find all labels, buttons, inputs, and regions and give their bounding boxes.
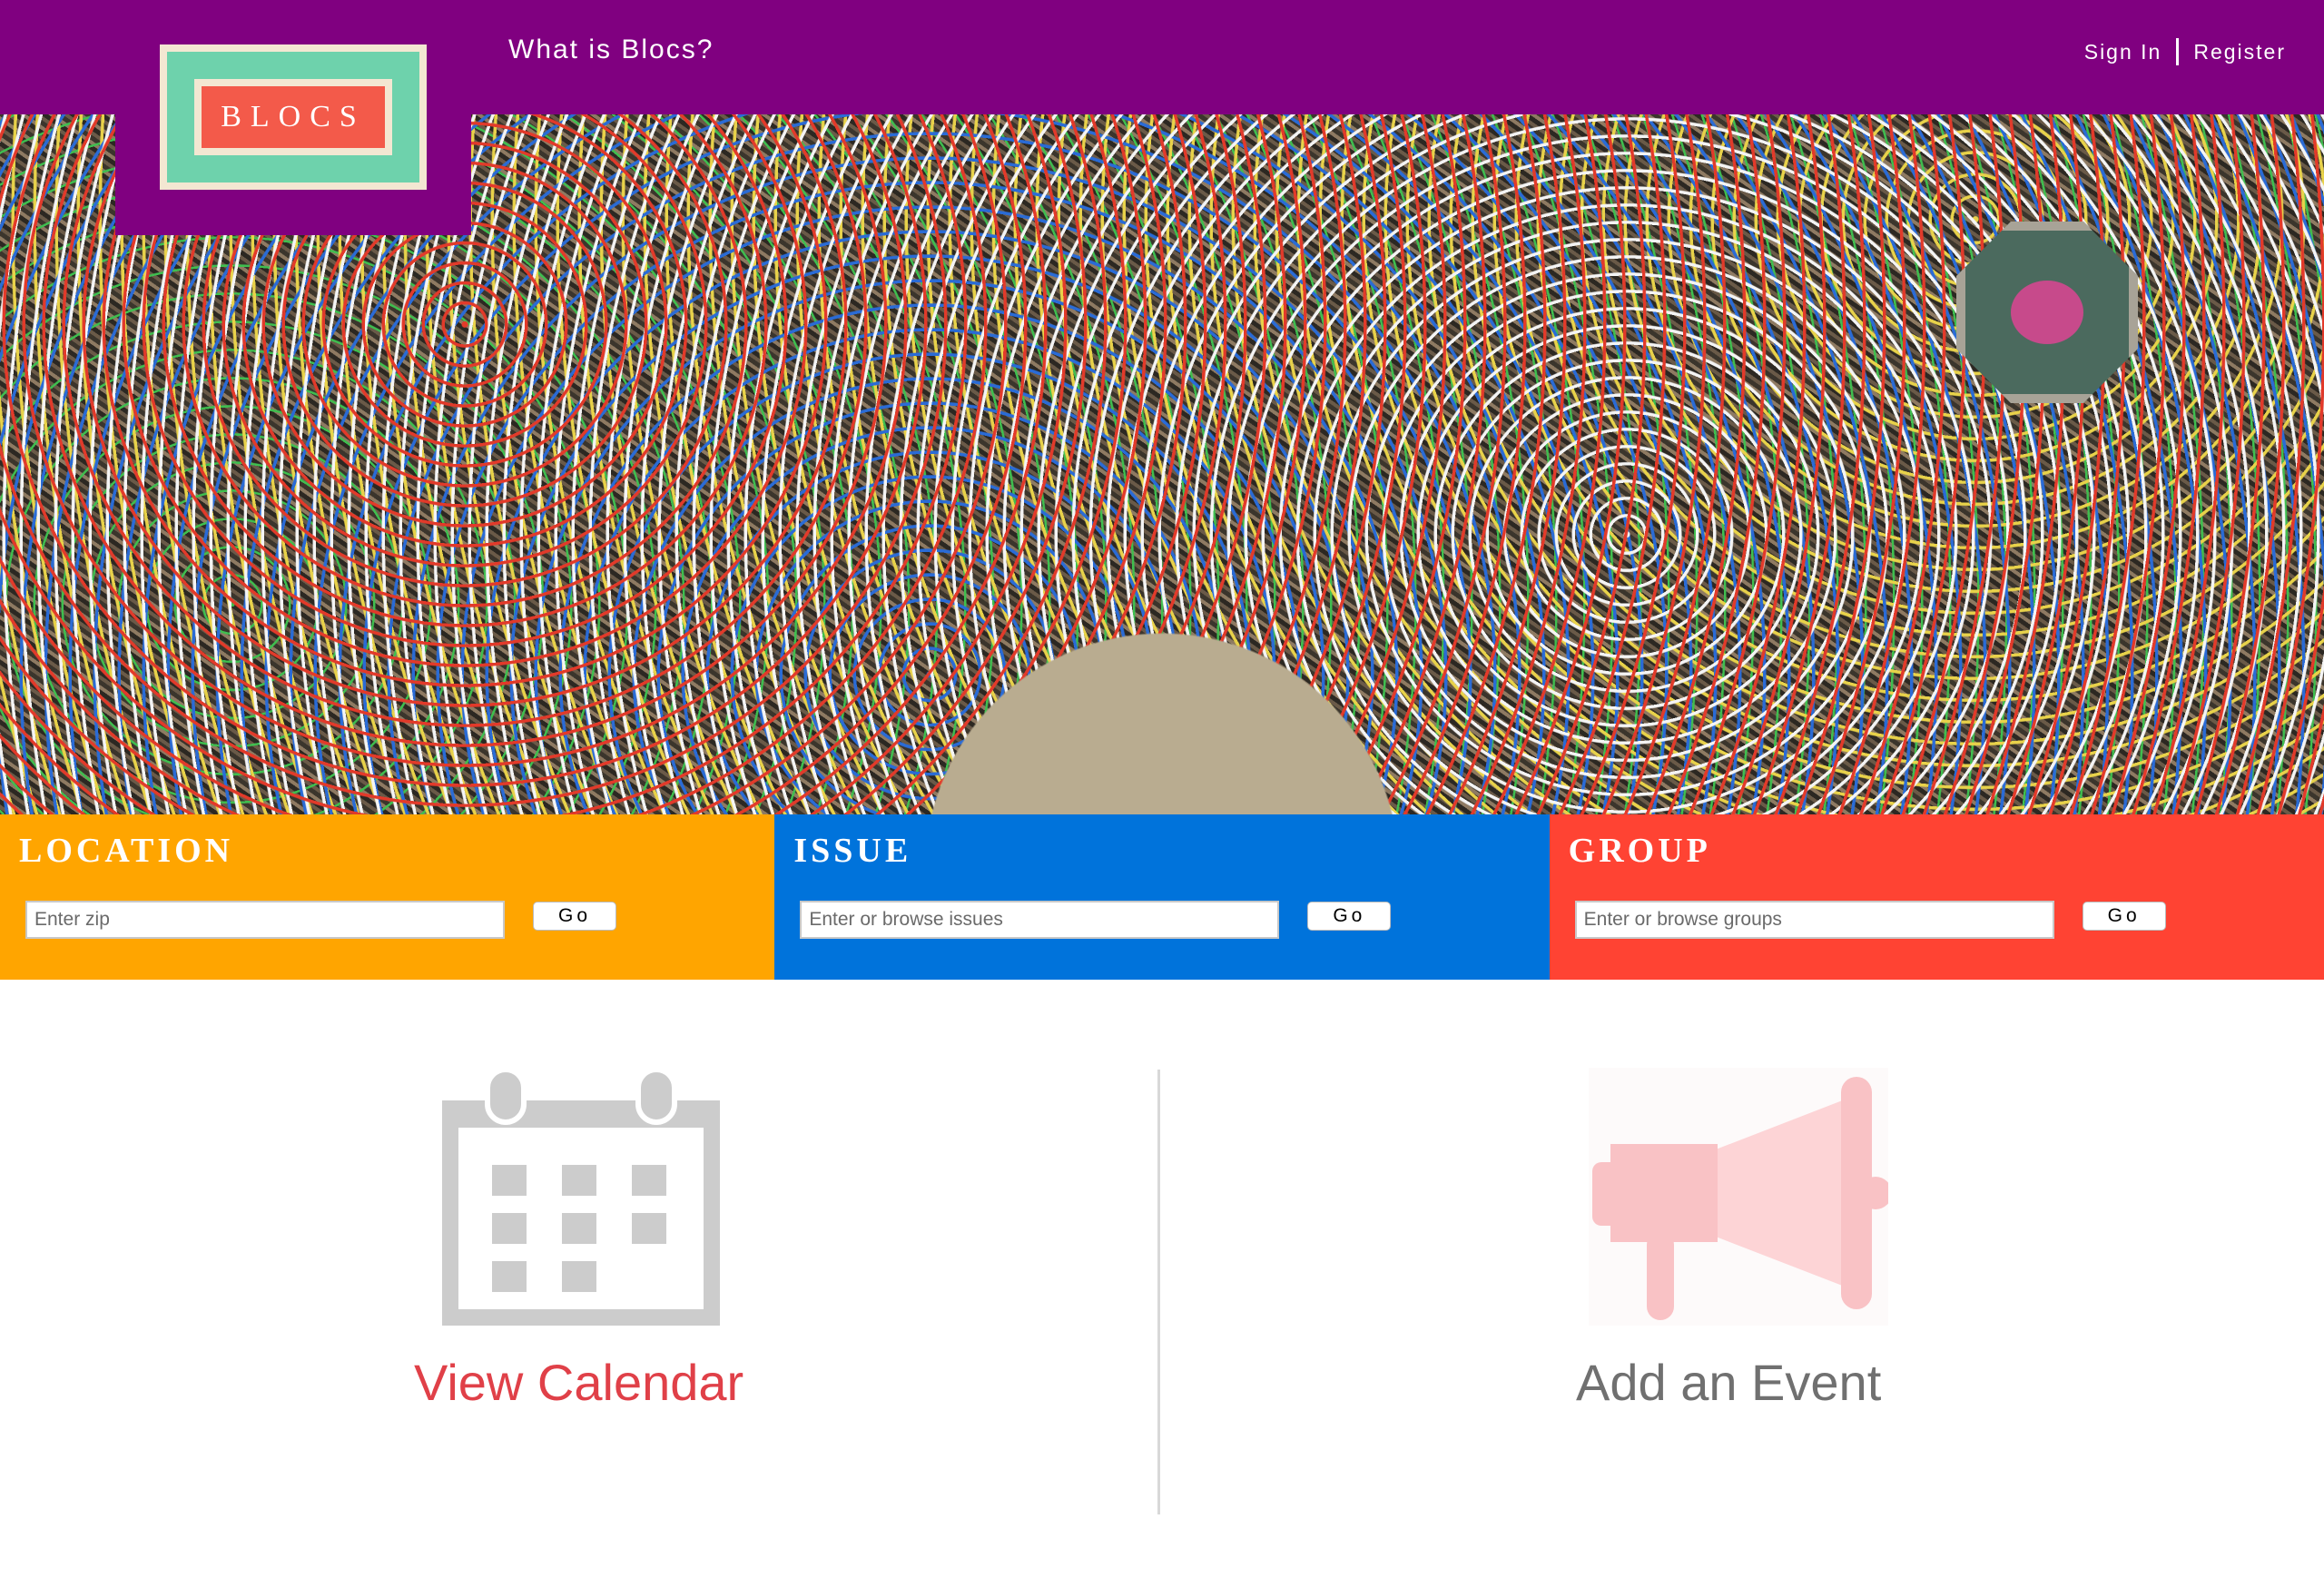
location-go-button[interactable]: Go	[533, 902, 616, 931]
register-link[interactable]: Register	[2193, 40, 2286, 64]
search-panels: LOCATION Go ISSUE Go GROUP Go	[0, 814, 2324, 980]
group-go-button[interactable]: Go	[2082, 902, 2166, 931]
auth-links: Sign In Register	[2084, 38, 2286, 65]
logo-text: BLOCS	[202, 86, 385, 148]
location-title: LOCATION	[19, 832, 234, 870]
issue-title: ISSUE	[793, 832, 912, 870]
group-title: GROUP	[1568, 832, 1711, 870]
view-calendar-label: View Calendar	[414, 1354, 744, 1411]
megaphone-icon	[1589, 1068, 1888, 1326]
zip-input[interactable]	[25, 901, 505, 939]
view-calendar-action[interactable]: View Calendar	[399, 1064, 763, 1418]
add-event-action[interactable]: Add an Event	[1576, 1064, 1943, 1418]
location-panel: LOCATION Go	[0, 814, 775, 980]
issue-panel: ISSUE Go	[774, 814, 1550, 980]
sign-in-link[interactable]: Sign In	[2084, 40, 2162, 64]
logo-frame: BLOCS	[160, 44, 427, 190]
auth-separator	[2176, 38, 2180, 65]
group-panel: GROUP Go	[1549, 814, 2324, 980]
group-input[interactable]	[1574, 901, 2054, 939]
fountain-graphic	[1956, 222, 2138, 403]
section-divider	[1157, 1070, 1160, 1514]
add-event-label: Add an Event	[1576, 1354, 1882, 1411]
issue-go-button[interactable]: Go	[1307, 902, 1392, 931]
logo-block[interactable]: BLOCS	[115, 0, 471, 235]
what-is-blocs-link[interactable]: What is Blocs?	[508, 35, 714, 65]
issue-input[interactable]	[800, 901, 1280, 939]
calendar-icon	[442, 1067, 720, 1326]
